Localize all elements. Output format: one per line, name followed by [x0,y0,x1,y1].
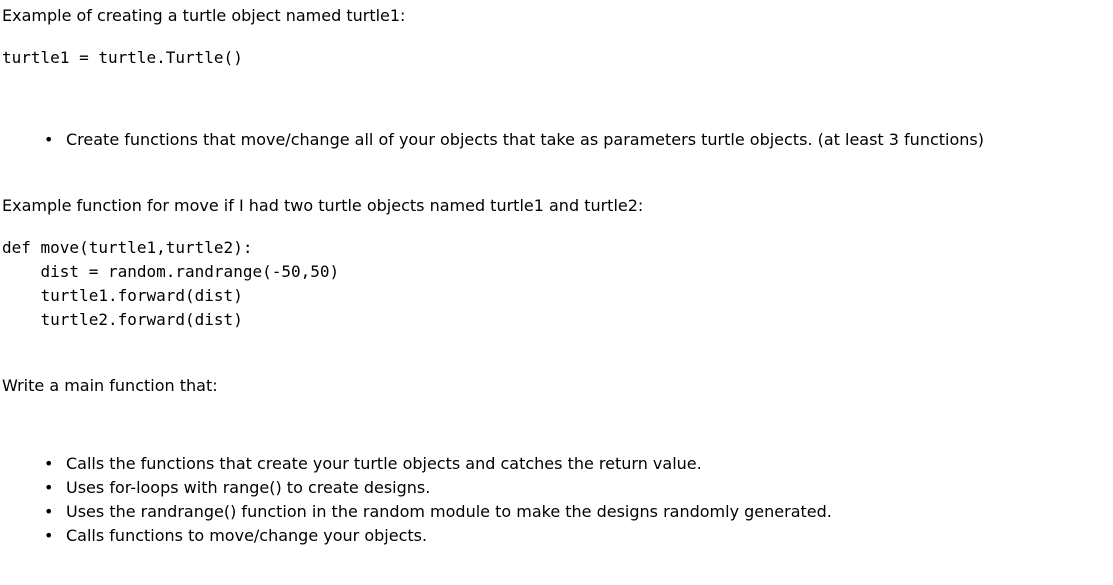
bullet-list-1: Create functions that move/change all of… [2,128,1111,152]
list-item: Calls functions to move/change your obje… [2,524,1111,548]
example-intro-2: Example function for move if I had two t… [2,194,1111,218]
main-function-intro: Write a main function that: [2,374,1111,398]
code-move-function: def move(turtle1,turtle2): dist = random… [2,236,1111,332]
list-item: Calls the functions that create your tur… [2,452,1111,476]
example-intro-1: Example of creating a turtle object name… [2,4,1111,28]
code-turtle-create: turtle1 = turtle.Turtle() [2,46,1111,70]
list-item: Uses the randrange() function in the ran… [2,500,1111,524]
list-item: Uses for-loops with range() to create de… [2,476,1111,500]
bullet-list-2: Calls the functions that create your tur… [2,452,1111,548]
list-item: Create functions that move/change all of… [2,128,1111,152]
